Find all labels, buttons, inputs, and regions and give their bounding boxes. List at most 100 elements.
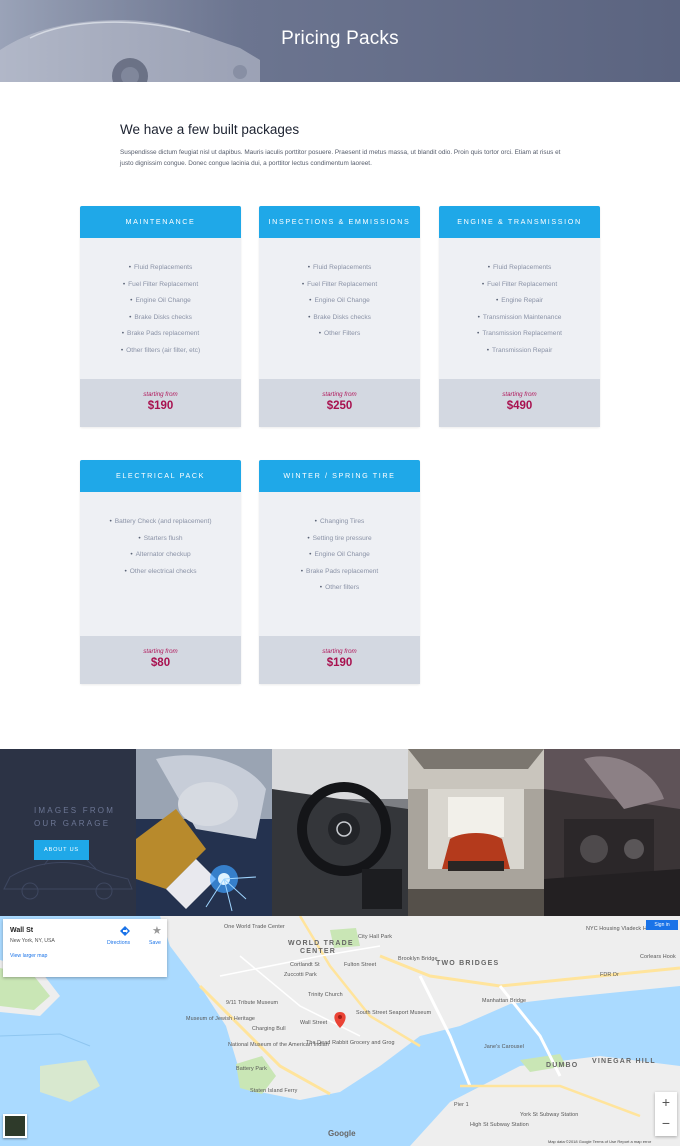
map-label-pier: Pier 1 — [454, 1102, 469, 1108]
map-label-wtc: WORLD TRADE — [288, 940, 354, 947]
map-footer-text: Map data ©2018 Google Terms of Use Repor… — [548, 1139, 652, 1144]
gallery-photo-red-car[interactable] — [408, 749, 544, 916]
page-root: Pricing Packs We have a few built packag… — [0, 0, 680, 1146]
feature-item: Brake Disks checks — [80, 312, 241, 329]
gallery-photo-steering-wheel[interactable] — [272, 749, 408, 916]
map-label-wall-street: Wall Street — [300, 1020, 328, 1026]
map-info-box: Wall St New York, NY, USA View larger ma… — [3, 919, 167, 977]
feature-item: Fluid Replacements — [439, 262, 600, 279]
feature-item: Other Filters — [259, 328, 420, 345]
feature-item: Transmission Repair — [439, 345, 600, 362]
feature-item: Fuel Filter Replacement — [259, 279, 420, 296]
feature-item: Changing Tires — [259, 516, 420, 533]
starting-from-label: starting from — [143, 648, 178, 655]
gallery-title-line2: OUR GARAGE — [34, 818, 111, 828]
feature-item: Fluid Replacements — [259, 262, 420, 279]
place-address: New York, NY, USA — [10, 938, 55, 944]
map-sign-in-button[interactable]: Sign in — [646, 920, 678, 930]
map-label-two-bridges: TWO BRIDGES — [436, 960, 500, 967]
map-label-city-hall-park: City Hall Park — [358, 934, 393, 940]
view-larger-map-link[interactable]: View larger map — [10, 953, 47, 959]
save-link[interactable]: Save — [149, 940, 161, 946]
feature-item: Fuel Filter Replacement — [439, 279, 600, 296]
save-star-icon[interactable]: ★ — [152, 924, 162, 937]
feature-list: Battery Check (and replacement) Starters… — [80, 492, 241, 582]
place-name: Wall St — [10, 927, 34, 934]
price-value: $80 — [150, 657, 171, 669]
map-label-manhattan-bridge: Manhattan Bridge — [482, 998, 527, 1004]
pricing-card-maintenance: MAINTENANCE Fluid Replacements Fuel Filt… — [80, 206, 241, 427]
red-car-photo — [408, 749, 544, 916]
map-zoom-control: + − — [655, 1092, 677, 1136]
map-label-charging-bull: Charging Bull — [252, 1026, 286, 1032]
map-label-zuccotti: Zuccotti Park — [284, 972, 317, 978]
location-map[interactable]: WORLD TRADE CENTER TWO BRIDGES DUMBO VIN… — [0, 916, 680, 1146]
feature-item: Other electrical checks — [80, 566, 241, 583]
gallery-intro: IMAGES FROM OUR GARAGE ABOUT US — [0, 749, 136, 916]
card-price-footer: starting from $490 — [439, 379, 600, 427]
map-label-cortlandt: Cortlandt St — [290, 962, 320, 968]
feature-item: Other filters (air filter, etc) — [80, 345, 241, 362]
map-label-corlears: Corlears Hook — [640, 954, 676, 960]
pricing-card-engine: ENGINE & TRANSMISSION Fluid Replacements… — [439, 206, 600, 427]
card-title: INSPECTIONS & EMMISSIONS — [259, 206, 420, 238]
feature-item: Fluid Replacements — [80, 262, 241, 279]
pricing-card-inspections: INSPECTIONS & EMMISSIONS Fluid Replaceme… — [259, 206, 420, 427]
pricing-card-tires: WINTER / SPRING TIRE Changing Tires Sett… — [259, 460, 420, 684]
starting-from-label: starting from — [322, 391, 357, 398]
feature-item: Engine Repair — [439, 295, 600, 312]
map-label-brooklyn-bridge: Brooklyn Bridge — [398, 956, 438, 962]
feature-item: Brake Disks checks — [259, 312, 420, 329]
directions-icon[interactable] — [120, 926, 130, 936]
zoom-in-button[interactable]: + — [655, 1092, 677, 1113]
feature-item: Battery Check (and replacement) — [80, 516, 241, 533]
intro-text: Suspendisse dictum feugiat nisl ut dapib… — [120, 149, 561, 167]
feature-item: Brake Pads replacement — [259, 566, 420, 583]
welding-photo — [136, 749, 272, 916]
page-title: Pricing Packs — [281, 28, 399, 49]
card-price-footer: starting from $250 — [259, 379, 420, 427]
map-label-fulton: Fulton Street — [344, 962, 377, 968]
feature-item: Engine Oil Change — [259, 549, 420, 566]
map-label-janes: Jane's Carousel — [484, 1044, 524, 1050]
feature-list: Fluid Replacements Fuel Filter Replaceme… — [439, 238, 600, 362]
steering-wheel-photo — [272, 749, 408, 916]
card-price-footer: starting from $190 — [259, 636, 420, 684]
price-value: $190 — [326, 657, 353, 669]
google-logo: Google — [328, 1129, 356, 1138]
card-title: WINTER / SPRING TIRE — [259, 460, 420, 492]
gallery-title: IMAGES FROM OUR GARAGE — [34, 805, 134, 830]
map-label-trinity: Trinity Church — [308, 992, 343, 998]
engine-photo — [544, 749, 680, 916]
feature-list: Fluid Replacements Fuel Filter Replaceme… — [80, 238, 241, 362]
starting-from-label: starting from — [502, 391, 537, 398]
feature-item: Transmission Maintenance — [439, 312, 600, 329]
map-label-nmai: National Museum of the American Indian — [228, 1042, 329, 1048]
map-label-one-world: One World Trade Center — [224, 924, 285, 930]
map-label-york-st: York St Subway Station — [520, 1112, 579, 1118]
satellite-toggle-button[interactable] — [3, 1114, 27, 1138]
pricing-card-electrical: ELECTRICAL PACK Battery Check (and repla… — [80, 460, 241, 684]
gallery-photo-engine[interactable] — [544, 749, 680, 916]
gallery-photo-welding[interactable] — [136, 749, 272, 916]
card-title: ELECTRICAL PACK — [80, 460, 241, 492]
zoom-out-button[interactable]: − — [655, 1113, 677, 1134]
feature-item: Engine Oil Change — [259, 295, 420, 312]
directions-link[interactable]: Directions — [107, 940, 130, 946]
map-label-vinegar-hill: VINEGAR HILL — [592, 1058, 656, 1065]
map-label-dumbo: DUMBO — [546, 1062, 579, 1069]
feature-item: Setting tire pressure — [259, 533, 420, 550]
price-value: $490 — [506, 400, 533, 412]
map-label-high-st: High St Subway Station — [470, 1122, 529, 1128]
map-label-memorial: 9/11 Tribute Museum — [226, 1000, 279, 1006]
feature-item: Brake Pads replacement — [80, 328, 241, 345]
map-label-fdr: FDR Dr — [600, 972, 619, 978]
hero-banner: Pricing Packs — [0, 0, 680, 82]
feature-list: Changing Tires Setting tire pressure Eng… — [259, 492, 420, 599]
map-label-staten: Staten Island Ferry — [250, 1088, 298, 1094]
card-price-footer: starting from $80 — [80, 636, 241, 684]
starting-from-label: starting from — [322, 648, 357, 655]
price-value: $250 — [326, 400, 353, 412]
feature-item: Starters flush — [80, 533, 241, 550]
about-us-button[interactable]: ABOUT US — [34, 840, 89, 860]
